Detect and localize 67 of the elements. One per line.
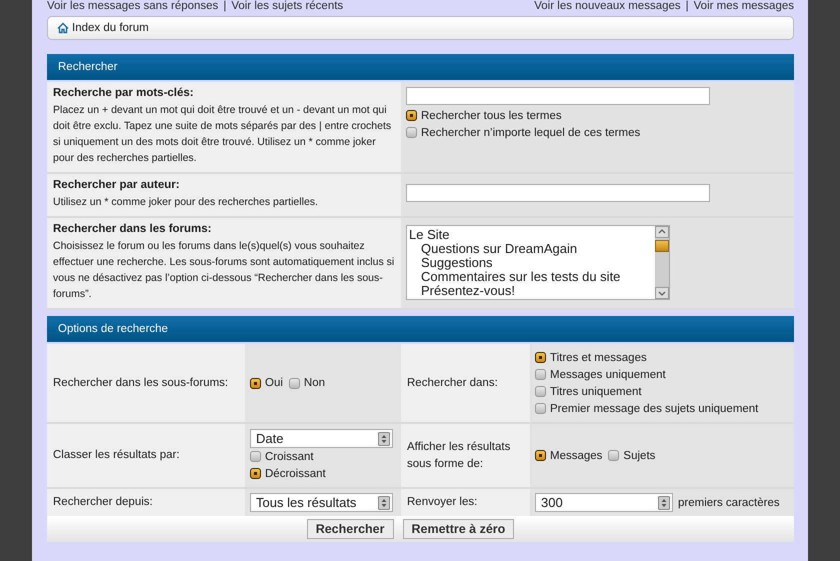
radio-button[interactable]	[535, 386, 546, 397]
radio-button[interactable]	[406, 127, 417, 138]
option-label: Titres uniquement	[550, 386, 642, 398]
option-label: Messages uniquement	[550, 368, 666, 380]
radio-button[interactable]	[250, 451, 261, 462]
option-label: Classer les résultats par:	[53, 448, 180, 463]
suffix-text: premiers caractères	[678, 496, 780, 508]
nav-link[interactable]: Voir mes messages	[694, 0, 794, 13]
dropdown[interactable]: 300	[535, 493, 673, 512]
field-label: Rechercher par auteur:	[53, 179, 181, 191]
dropdown[interactable]: Date	[250, 429, 393, 448]
radio-button[interactable]	[535, 369, 546, 380]
spinner-icon	[378, 432, 390, 446]
breadcrumb-link[interactable]: Index du forum	[72, 22, 149, 34]
scrollbar[interactable]	[655, 226, 669, 299]
listbox-option[interactable]: Le Site	[409, 228, 655, 242]
radio-button[interactable]	[535, 450, 546, 461]
option-label: Croissant	[265, 450, 314, 462]
option-label: Rechercher n’importe lequel de ces termes	[421, 126, 640, 138]
option-label: Rechercher depuis:	[53, 495, 153, 510]
nav-link[interactable]: Voir les sujets récents	[231, 0, 344, 13]
radio-button[interactable]	[406, 110, 417, 121]
option-label: Renvoyer les:	[407, 495, 478, 510]
nav-link[interactable]: Voir les nouveaux messages	[534, 0, 681, 13]
option-label: Afficher les résultats sous forme de:	[407, 440, 512, 472]
option-label: Sujets	[623, 450, 656, 462]
field-description: Choisissez le forum ou les forums dans le(s)quel(s) vous souhaitez effectuer une recherche. Les sous-forums sont automatiquement inclus si vous ne désactivez pas l’option ci-dessous “Rechercher dans les sous-forums”.	[53, 239, 395, 302]
radio-button[interactable]	[535, 403, 546, 414]
nav-link[interactable]: Voir les messages sans réponses	[47, 0, 218, 13]
spinner-icon	[658, 496, 670, 510]
option-label: Rechercher dans:	[407, 376, 498, 390]
radio-button[interactable]	[608, 450, 620, 461]
separator: |	[686, 0, 689, 13]
radio-button[interactable]	[288, 378, 300, 388]
radio-button[interactable]	[250, 378, 261, 388]
option-label: Titres et messages	[550, 352, 647, 364]
field-label: Recherche par mots-clés:	[53, 87, 195, 99]
dropdown[interactable]: Tous les résultats	[250, 493, 393, 512]
section-title: Rechercher	[58, 61, 118, 73]
reset-button[interactable]: Remettre à zéro	[402, 519, 514, 539]
option-label: Décroissant	[265, 468, 326, 480]
option-label: Messages	[550, 450, 602, 462]
separator: |	[223, 0, 226, 13]
radio-button[interactable]	[250, 468, 261, 479]
search-button[interactable]: Rechercher	[306, 519, 394, 539]
listbox-option[interactable]: Suggestions	[409, 256, 655, 270]
option-label: Non	[304, 377, 326, 389]
field-description: Utilisez un * comme joker pour des recherches partielles.	[53, 195, 319, 210]
keywords-field[interactable]	[406, 87, 710, 105]
field-description: Placez un + devant un mot qui doit être trouvé et un - devant un mot qui doit être exclu. Tapez une suite de mots séparés par des | entre crochets si uniquement un des mots doit être trouvé. Utilisez un * comme joker pour des recherches partielles.	[53, 103, 392, 166]
option-label: Oui	[265, 377, 283, 389]
listbox-option[interactable]: Commentaires sur les tests du site	[409, 270, 655, 284]
home-icon	[57, 22, 69, 34]
scroll-thumb[interactable]	[655, 240, 669, 252]
option-label: Rechercher tous les termes	[421, 110, 562, 122]
section-title: Options de recherche	[58, 323, 168, 335]
field-label: Rechercher dans les forums:	[53, 223, 213, 235]
spinner-icon	[378, 496, 390, 510]
listbox-option[interactable]: Présentez-vous!	[409, 284, 655, 298]
forum-listbox[interactable]: Le Site Questions sur DreamAgain Suggestions Commentaires sur les tests du site Présentez-vous!	[406, 225, 670, 300]
option-label: Rechercher dans les sous-forums:	[53, 376, 228, 390]
scroll-down-icon[interactable]	[655, 287, 669, 299]
author-field[interactable]	[406, 184, 710, 202]
scroll-up-icon[interactable]	[655, 226, 669, 238]
listbox-option[interactable]: Questions sur DreamAgain	[409, 242, 655, 256]
radio-button[interactable]	[535, 352, 546, 363]
option-label: Premier message des sujets uniquement	[550, 402, 758, 414]
